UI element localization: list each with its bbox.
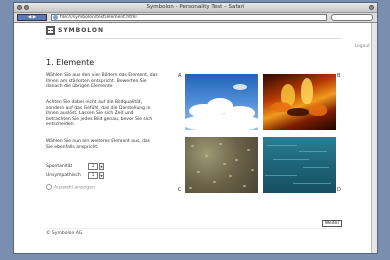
search-input[interactable] [331, 14, 373, 21]
element-image-air[interactable] [185, 74, 258, 130]
corner-label-a: A [178, 73, 182, 79]
address-bar: ◀ ▶ file:///symbolon/test/element.html [14, 13, 377, 23]
vertical-scrollbar[interactable] [371, 23, 377, 253]
rating-label-1: Spontanität [46, 164, 73, 169]
logout-link[interactable]: Logout [355, 44, 370, 49]
window-title: Symbolon - Personality Test – Safari [146, 4, 245, 10]
title-bar[interactable]: Symbolon - Personality Test – Safari [14, 3, 377, 13]
magnifier-icon [46, 184, 52, 190]
globe-icon [53, 15, 58, 20]
rating-label-2: Unsympathisch [46, 173, 81, 178]
back-forward-button[interactable]: ◀ ▶ [17, 14, 47, 21]
instruction-text: Achten Sie dabei nicht auf die Bildquali… [46, 100, 153, 127]
next-button[interactable]: Weiter [322, 220, 342, 227]
footer-divider [46, 228, 342, 229]
corner-label-c: C [178, 187, 182, 193]
corner-label-b: B [337, 73, 341, 79]
intro-text: Wählen Sie aus den vier Bildern das Elem… [46, 73, 158, 89]
header-divider [46, 38, 342, 39]
show-selection-link[interactable]: Auswahl anzeigen [46, 184, 95, 191]
rating-input-2[interactable]: 1 [88, 172, 98, 179]
stepper-icon[interactable]: ▾ [99, 163, 104, 170]
corner-label-d: D [337, 187, 341, 193]
element-image-water[interactable] [263, 137, 336, 193]
rating-input-1[interactable]: 1 [88, 163, 98, 170]
second-choice-text: Wählen Sie nun ein weiteres Element aus,… [46, 139, 151, 150]
url-field[interactable]: file:///symbolon/test/element.html [51, 14, 327, 21]
element-image-earth[interactable] [185, 137, 258, 193]
page-title: 1. Elemente [46, 58, 95, 67]
logo-mark-icon [46, 26, 55, 35]
stepper-icon[interactable]: ▾ [99, 172, 104, 179]
show-selection-label: Auswahl anzeigen [54, 185, 95, 191]
footer-copyright: © Symbolon AG [46, 231, 83, 236]
element-image-fire[interactable] [263, 74, 336, 130]
logo-text: SYMBOLON [58, 27, 105, 34]
